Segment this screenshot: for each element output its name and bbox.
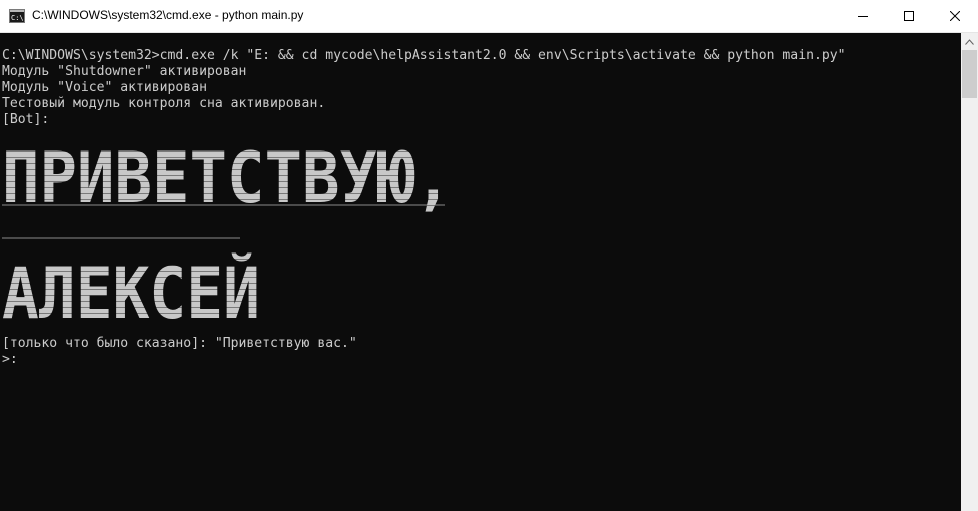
console-window: C:\ C:\WINDOWS\system32\cmd.exe - python… bbox=[0, 0, 978, 511]
maximize-button[interactable] bbox=[886, 0, 932, 32]
close-icon bbox=[950, 11, 960, 21]
vertical-scrollbar[interactable] bbox=[961, 33, 978, 511]
output-line: Тестовый модуль контроля сна активирован… bbox=[2, 96, 326, 111]
title-bar[interactable]: C:\ C:\WINDOWS\system32\cmd.exe - python… bbox=[0, 0, 978, 33]
window-title: C:\WINDOWS\system32\cmd.exe - python mai… bbox=[32, 8, 304, 22]
bot-label: [Bot]: bbox=[2, 112, 50, 127]
ascii-banner: ПРИВЕТСТВУЮ, АЛЕКСЕЙ bbox=[2, 137, 452, 328]
banner-greeting: ПРИВЕТСТВУЮ, bbox=[2, 137, 452, 219]
maximize-icon bbox=[904, 11, 914, 21]
input-prompt[interactable]: >: bbox=[2, 352, 18, 368]
cmd-icon[interactable]: C:\ bbox=[9, 9, 25, 23]
close-button[interactable] bbox=[932, 0, 978, 32]
said-line: [только что было сказано]: "Приветствую … bbox=[2, 336, 357, 351]
console-output[interactable]: C:\WINDOWS\system32>cmd.exe /k "E: && cd… bbox=[0, 33, 961, 511]
svg-text:C:\: C:\ bbox=[11, 14, 24, 22]
output-line: Модуль "Shutdowner" активирован bbox=[2, 64, 247, 79]
chevron-up-icon bbox=[965, 38, 974, 45]
minimize-button[interactable] bbox=[840, 0, 886, 32]
scroll-up-button[interactable] bbox=[961, 33, 978, 50]
banner-name: АЛЕКСЕЙ bbox=[2, 253, 260, 328]
command-line: C:\WINDOWS\system32>cmd.exe /k "E: && cd… bbox=[2, 48, 846, 63]
output-line: Модуль "Voice" активирован bbox=[2, 80, 207, 95]
minimize-icon bbox=[858, 16, 868, 17]
scrollbar-thumb[interactable] bbox=[962, 50, 977, 98]
